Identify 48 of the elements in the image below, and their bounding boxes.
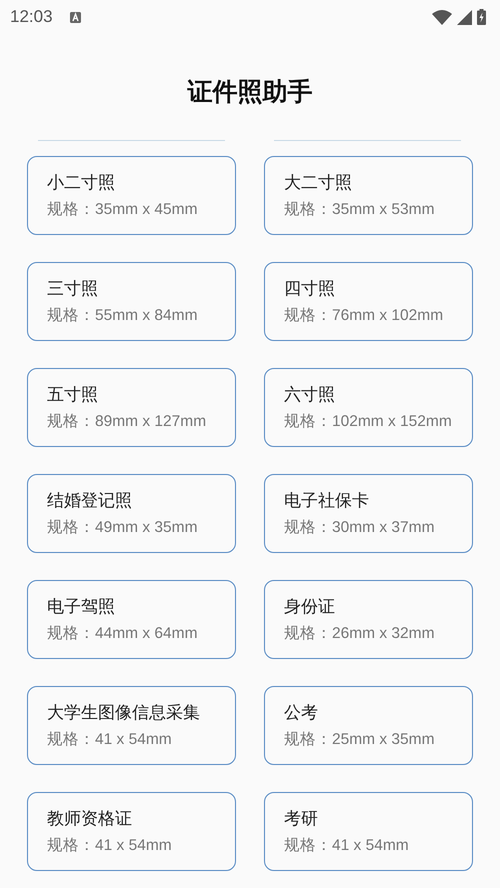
photo-type-label: 四寸照: [284, 278, 336, 300]
battery-icon: [477, 9, 486, 25]
photo-size-spec: 规格：25mm x 35mm: [284, 730, 436, 750]
photo-type-label: 身份证: [284, 596, 336, 618]
photo-size-card[interactable]: 考研 规格：41 x 54mm: [264, 792, 473, 871]
photo-size-spec: 规格：44mm x 64mm: [47, 624, 198, 644]
photo-type-label: 电子驾照: [47, 596, 116, 618]
photo-type-label: 六寸照: [284, 384, 336, 406]
page-title: 证件照助手: [186, 76, 314, 108]
photo-type-label: 教师资格证: [47, 808, 133, 830]
photo-size-card[interactable]: 结婚登记照 规格：49mm x 35mm: [27, 474, 236, 553]
photo-size-card[interactable]: 四寸照 规格：76mm x 102mm: [264, 262, 473, 341]
photo-size-card[interactable]: 教师资格证 规格：41 x 54mm: [27, 792, 236, 871]
keyboard-notification-icon: [70, 12, 81, 22]
status-time: 12:03: [10, 7, 53, 27]
photo-type-label: 结婚登记照: [47, 490, 133, 512]
photo-size-card[interactable]: 五寸照 规格：89mm x 127mm: [27, 368, 236, 447]
photo-size-card[interactable]: 电子社保卡 规格：30mm x 37mm: [264, 474, 473, 553]
photo-size-card[interactable]: 六寸照 规格：102mm x 152mm: [264, 368, 473, 447]
photo-size-spec: 规格：26mm x 32mm: [284, 624, 436, 644]
photo-size-spec: 规格：76mm x 102mm: [284, 306, 444, 326]
photo-size-spec: 规格：89mm x 127mm: [47, 412, 208, 432]
photo-type-label: 五寸照: [47, 384, 99, 406]
photo-size-spec: 规格：35mm x 53mm: [284, 200, 436, 220]
photo-size-card[interactable]: 公考 规格：25mm x 35mm: [264, 686, 473, 765]
photo-type-label: 三寸照: [47, 278, 99, 300]
photo-size-spec: 规格：41 x 54mm: [47, 836, 173, 856]
photo-type-label: 大学生图像信息采集: [47, 702, 201, 724]
signal-icon: [457, 10, 472, 24]
photo-size-spec: 规格：41 x 54mm: [47, 730, 173, 750]
photo-type-label: 电子社保卡: [284, 490, 370, 512]
photo-size-card[interactable]: 电子驾照 规格：44mm x 64mm: [27, 580, 236, 659]
photo-size-spec: 规格：35mm x 45mm: [47, 200, 198, 220]
photo-type-label: 大二寸照: [284, 172, 353, 194]
photo-size-card[interactable]: 三寸照 规格：55mm x 84mm: [27, 262, 236, 341]
photo-size-spec: 规格：102mm x 152mm: [284, 412, 453, 432]
photo-size-spec: 规格：55mm x 84mm: [47, 306, 198, 326]
photo-type-label: 公考: [284, 702, 319, 724]
photo-size-spec: 规格：41 x 54mm: [284, 836, 410, 856]
photo-size-card[interactable]: 大学生图像信息采集 规格：41 x 54mm: [27, 686, 236, 765]
photo-type-label: 小二寸照: [47, 172, 116, 194]
wifi-icon: [432, 10, 452, 24]
photo-size-card[interactable]: 小二寸照 规格：35mm x 45mm: [27, 156, 236, 235]
photo-size-spec: 规格：49mm x 35mm: [47, 518, 198, 538]
photo-size-card[interactable]: 身份证 规格：26mm x 32mm: [264, 580, 473, 659]
photo-type-label: 考研: [284, 808, 319, 830]
photo-size-spec: 规格：30mm x 37mm: [284, 518, 436, 538]
photo-size-card[interactable]: 大二寸照 规格：35mm x 53mm: [264, 156, 473, 235]
